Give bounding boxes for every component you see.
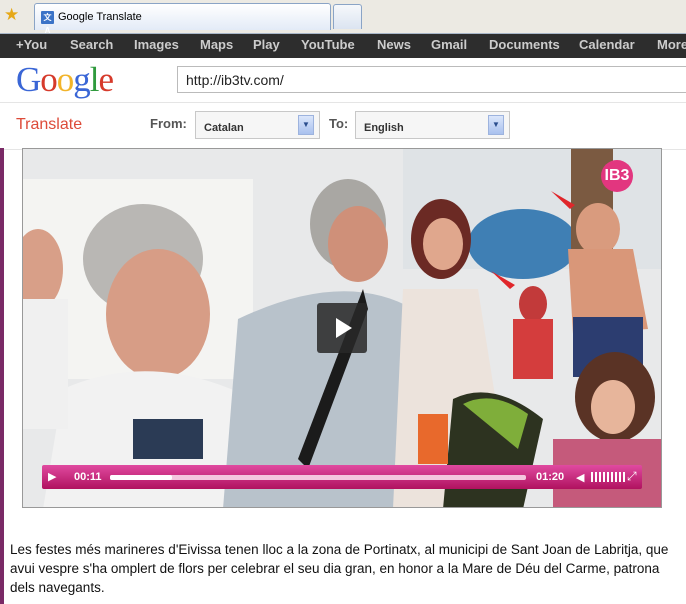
fullscreen-icon[interactable]: ⤢ bbox=[627, 469, 637, 484]
google-logo[interactable]: Google bbox=[16, 60, 114, 100]
duration: 01:20 bbox=[536, 471, 565, 483]
progress-fill bbox=[110, 475, 173, 480]
translate-bar: Translate From: Catalan ▼ To: English ▼ bbox=[0, 102, 686, 150]
chevron-down-icon[interactable]: ▼ bbox=[488, 115, 504, 135]
to-label: To: bbox=[329, 116, 349, 131]
video-player[interactable]: IB3 ▶ 00:11 01:20 ◀ ⤢ bbox=[22, 148, 662, 508]
gbar-item-news[interactable]: News bbox=[377, 37, 411, 52]
url-input[interactable]: http://ib3tv.com/ bbox=[177, 66, 686, 93]
to-language-select[interactable]: English ▼ bbox=[355, 111, 510, 139]
from-language-select[interactable]: Catalan ▼ bbox=[195, 111, 320, 139]
play-button[interactable]: ▶ bbox=[48, 470, 56, 483]
chevron-down-icon[interactable]: ▼ bbox=[298, 115, 314, 135]
new-tab-button[interactable] bbox=[333, 4, 362, 29]
video-controls: ▶ 00:11 01:20 ◀ ⤢ bbox=[42, 465, 642, 489]
from-label: From: bbox=[150, 116, 187, 131]
gbar-item-play[interactable]: Play bbox=[253, 37, 280, 52]
star-icon[interactable]: ★ bbox=[4, 6, 19, 23]
translate-header: Google http://ib3tv.com/ bbox=[0, 58, 686, 102]
to-language-value: English bbox=[364, 122, 404, 134]
from-language-value: Catalan bbox=[204, 122, 244, 134]
left-border bbox=[0, 148, 4, 604]
browser-tab[interactable]: 文A Google Translate bbox=[34, 3, 331, 35]
gbar-item-gmail[interactable]: Gmail bbox=[431, 37, 467, 52]
play-icon[interactable] bbox=[317, 303, 367, 353]
gbar-item-plus-you[interactable]: +You bbox=[16, 37, 47, 52]
gbar-item-search[interactable]: Search bbox=[70, 37, 113, 52]
gbar-item-images[interactable]: Images bbox=[134, 37, 179, 52]
gbar-item-youtube[interactable]: YouTube bbox=[301, 37, 355, 52]
volume-icon[interactable]: ◀ bbox=[576, 471, 584, 484]
gbar-item-maps[interactable]: Maps bbox=[200, 37, 233, 52]
google-bar: +You Search Images Maps Play YouTube New… bbox=[0, 34, 686, 58]
current-time: 00:11 bbox=[74, 471, 102, 483]
volume-slider[interactable] bbox=[591, 472, 625, 482]
gbar-item-calendar[interactable]: Calendar bbox=[579, 37, 635, 52]
translate-title[interactable]: Translate bbox=[16, 116, 82, 134]
url-value: http://ib3tv.com/ bbox=[186, 72, 284, 88]
gbar-item-more[interactable]: More bbox=[657, 37, 686, 52]
article-caption: Les festes més marineres d'Eivissa tenen… bbox=[10, 542, 669, 595]
channel-logo: IB3 bbox=[601, 160, 633, 192]
translate-icon: 文A bbox=[41, 11, 54, 35]
gbar-item-documents[interactable]: Documents bbox=[489, 37, 560, 52]
browser-tab-strip: ★ 文A Google Translate bbox=[0, 0, 686, 35]
progress-track[interactable] bbox=[110, 475, 526, 480]
tab-title: Google Translate bbox=[58, 11, 142, 23]
